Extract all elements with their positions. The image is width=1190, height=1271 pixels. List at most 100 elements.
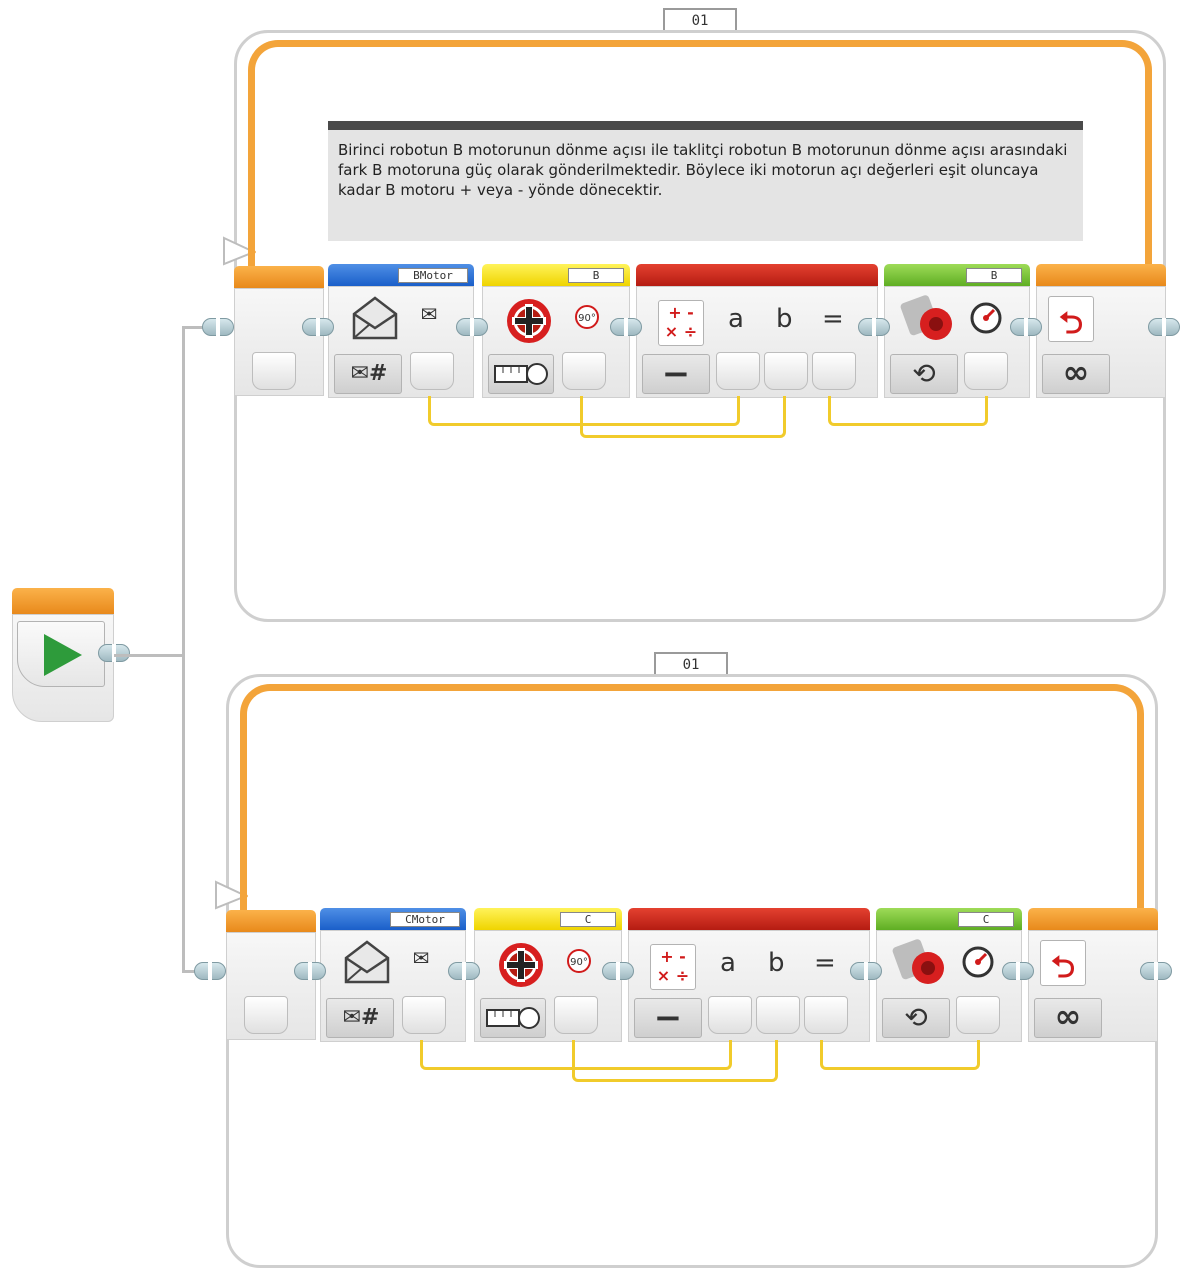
loop-2-out-connector[interactable] xyxy=(1140,962,1172,980)
math-in-connector[interactable] xyxy=(602,962,634,980)
loop-2-end-topbar xyxy=(1028,908,1158,930)
loop-2-in-connector[interactable] xyxy=(194,962,226,980)
sequence-wire-trunk xyxy=(114,654,184,657)
math-topbar xyxy=(636,264,878,286)
loop-2-label[interactable]: 01 xyxy=(654,652,728,676)
loop-1-label[interactable]: 01 xyxy=(663,8,737,32)
loop-1-end-in-connector[interactable] xyxy=(1010,318,1042,336)
math-in-connector[interactable] xyxy=(610,318,642,336)
math-icon-tile: + - × ÷ xyxy=(650,944,696,990)
math-result-label: = xyxy=(814,948,836,978)
rotate-icon: ⟲ xyxy=(912,357,936,390)
math-icon-tile: + - × ÷ xyxy=(658,300,704,346)
number-type-icon: ✉# xyxy=(350,361,388,386)
loop-2-end-cap[interactable]: ⮌ ∞ xyxy=(1028,908,1158,1042)
math-mode-selector[interactable]: − xyxy=(642,354,710,394)
loop-2-end-in-connector[interactable] xyxy=(1002,962,1034,980)
message-name-label[interactable]: CMotor xyxy=(390,912,460,927)
loop-2-return-path xyxy=(240,684,1144,914)
rotation-output-port[interactable] xyxy=(554,996,598,1034)
rotation-sensor-icon xyxy=(507,299,551,343)
rotation-sensor-block-c[interactable]: C 90° xyxy=(474,908,622,1042)
message-output-port[interactable] xyxy=(402,996,446,1034)
message-in-connector[interactable] xyxy=(294,962,326,980)
rotation-sensor-block-b[interactable]: B 90° xyxy=(482,264,630,398)
rotation-in-connector[interactable] xyxy=(448,962,480,980)
message-in-connector[interactable] xyxy=(302,318,334,336)
message-receive-block-c[interactable]: CMotor ✉ ✉# xyxy=(320,908,466,1042)
envelope-icon xyxy=(344,940,390,984)
loop-icon-tile: ⮌ xyxy=(1048,296,1094,342)
measure-mode-icon xyxy=(486,1007,540,1029)
motor-port-label[interactable]: B xyxy=(966,268,1022,283)
infinity-icon: ∞ xyxy=(1054,997,1082,1035)
degrees-icon: 90° xyxy=(567,949,591,973)
motor-mode-tile[interactable]: ⟲ xyxy=(890,354,958,394)
message-receive-block-b[interactable]: BMotor ✉ ✉# xyxy=(328,264,474,398)
loop-mode-selector[interactable]: ∞ xyxy=(1034,997,1102,1038)
motor-icon xyxy=(892,939,944,984)
motor-in-connector[interactable] xyxy=(850,962,882,980)
loop-2-start-port[interactable] xyxy=(244,996,288,1034)
loop-icon: ⮌ xyxy=(1058,306,1084,341)
motor-power-port[interactable] xyxy=(956,996,1000,1034)
math-block-1[interactable]: + - × ÷ a b = − xyxy=(636,264,878,398)
loop-1-end-cap[interactable]: ⮌ ∞ xyxy=(1036,264,1166,398)
degrees-icon: 90° xyxy=(575,305,599,329)
measure-mode-icon xyxy=(494,363,548,385)
loop-1-start-port[interactable] xyxy=(252,352,296,390)
loop-1-comment[interactable]: Birinci robotun B motorunun dönme açısı … xyxy=(328,121,1083,241)
loop-1-arrow-icon xyxy=(223,236,256,266)
data-wire-result-to-power[interactable] xyxy=(820,1040,980,1070)
math-input-a-port[interactable] xyxy=(716,352,760,390)
math-input-b-port[interactable] xyxy=(756,996,800,1034)
message-output-port[interactable] xyxy=(410,352,454,390)
message-name-label[interactable]: BMotor xyxy=(398,268,468,283)
svg-text:90°: 90° xyxy=(578,313,596,324)
math-output-port[interactable] xyxy=(804,996,848,1034)
large-motor-block-c[interactable]: C ⟲ xyxy=(876,908,1022,1042)
math-result-label: = xyxy=(822,304,844,334)
math-input-a-port[interactable] xyxy=(708,996,752,1034)
data-wire-rotation-to-b[interactable] xyxy=(572,1040,778,1082)
loop-1-start-topbar xyxy=(234,266,324,288)
math-input-b-label: b xyxy=(776,304,793,334)
rotation-port-label[interactable]: B xyxy=(568,268,624,283)
measure-mode-tile[interactable] xyxy=(488,354,554,394)
start-block-body xyxy=(12,614,114,722)
loop-1-end-topbar xyxy=(1036,264,1166,286)
motor-port-label[interactable]: C xyxy=(958,912,1014,927)
number-type-icon: ✉# xyxy=(342,1005,380,1030)
loop-icon: ⮌ xyxy=(1050,950,1076,985)
envelope-icon xyxy=(352,296,398,340)
rotation-sensor-icon xyxy=(499,943,543,987)
motor-mode-tile[interactable]: ⟲ xyxy=(882,998,950,1038)
start-block[interactable] xyxy=(12,588,130,722)
motor-power-port[interactable] xyxy=(964,352,1008,390)
rotation-port-label[interactable]: C xyxy=(560,912,616,927)
math-input-b-label: b xyxy=(768,948,785,978)
measure-mode-tile[interactable] xyxy=(480,998,546,1038)
loop-mode-selector[interactable]: ∞ xyxy=(1042,353,1110,394)
loop-1-out-connector[interactable] xyxy=(1148,318,1180,336)
large-motor-block-b[interactable]: B ⟲ xyxy=(884,264,1030,398)
rotation-output-port[interactable] xyxy=(562,352,606,390)
math-output-port[interactable] xyxy=(812,352,856,390)
math-icon: + - × ÷ xyxy=(664,303,698,341)
math-block-2[interactable]: + - × ÷ a b = − xyxy=(628,908,870,1042)
number-type-tile[interactable]: ✉# xyxy=(334,354,402,394)
start-block-topbar xyxy=(12,588,114,614)
number-type-tile[interactable]: ✉# xyxy=(326,998,394,1038)
sequence-wire-vertical xyxy=(182,326,185,972)
math-input-b-port[interactable] xyxy=(764,352,808,390)
math-topbar xyxy=(628,908,870,930)
data-wire-rotation-to-b[interactable] xyxy=(580,396,786,438)
data-wire-result-to-power[interactable] xyxy=(828,396,988,426)
infinity-icon: ∞ xyxy=(1062,353,1090,391)
start-out-connector[interactable] xyxy=(98,644,130,662)
loop-1-in-connector[interactable] xyxy=(202,318,234,336)
math-input-a-label: a xyxy=(720,948,736,978)
motor-in-connector[interactable] xyxy=(858,318,890,336)
math-mode-selector[interactable]: − xyxy=(634,998,702,1038)
rotation-in-connector[interactable] xyxy=(456,318,488,336)
